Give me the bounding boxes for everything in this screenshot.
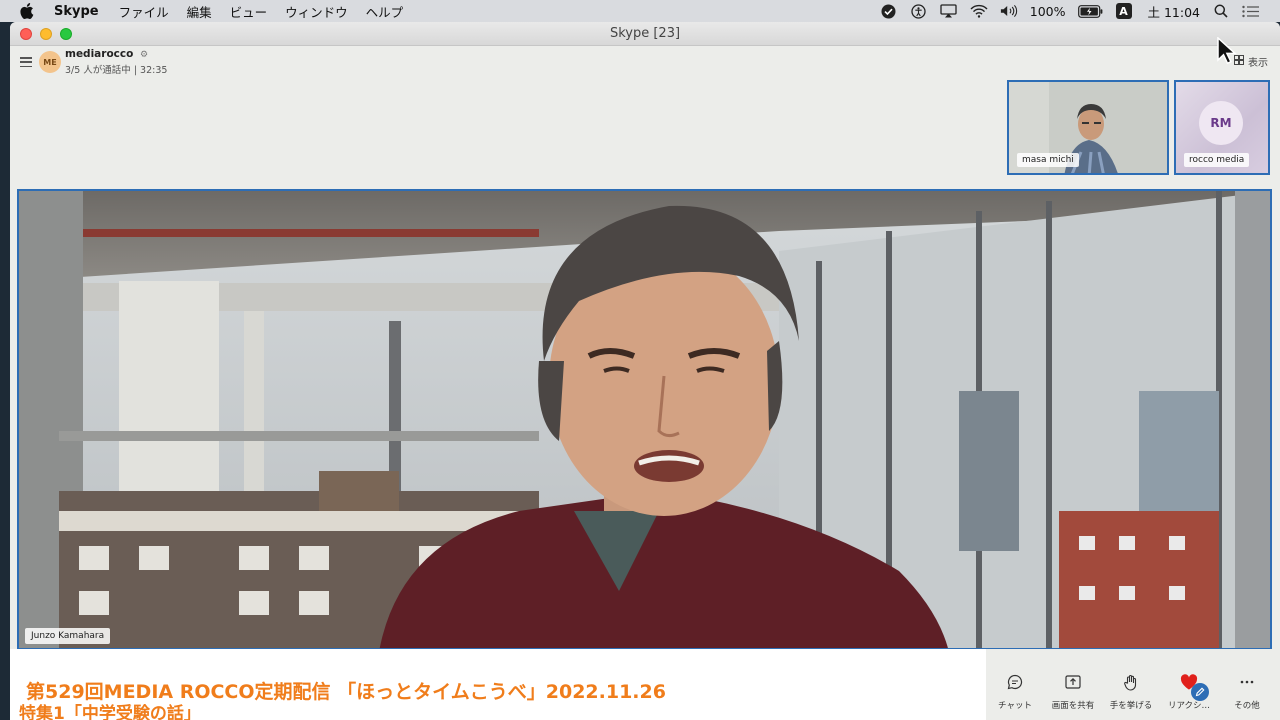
title-bar[interactable]: Skype [23] (10, 22, 1280, 46)
accessibility-icon[interactable] (910, 3, 928, 19)
group-settings-icon[interactable]: ⚙ (140, 50, 148, 60)
edit-pencil-icon[interactable] (1191, 683, 1209, 701)
chat-button[interactable]: チャット (986, 649, 1044, 720)
call-controls: チャット 画面を共有 手を挙げる リアクシ… その他 (986, 649, 1280, 720)
more-options-button[interactable]: その他 (1218, 649, 1276, 720)
mouse-cursor-icon (1217, 36, 1237, 69)
notification-center-icon[interactable] (1242, 3, 1260, 19)
battery-icon[interactable] (1078, 3, 1104, 19)
participant-name: rocco media (1184, 153, 1250, 167)
menu-app-name[interactable]: Skype (54, 4, 99, 19)
view-label: 表示 (1248, 58, 1268, 69)
status-check-icon[interactable] (880, 3, 898, 19)
skype-window: Skype [23] ME mediarocco ⚙ 3/5 人が通話中 | 3… (10, 22, 1280, 720)
group-avatar[interactable]: ME (39, 51, 61, 73)
share-screen-label: 画面を共有 (1051, 701, 1095, 711)
raise-hand-button[interactable]: 手を挙げる (1102, 649, 1160, 720)
share-screen-button[interactable]: 画面を共有 (1044, 649, 1102, 720)
group-name-row[interactable]: mediarocco ⚙ (65, 48, 148, 60)
participant-tile-masa-michi[interactable]: masa michi (1007, 80, 1169, 175)
caption-overlay: 第529回MEDIA ROCCO定期配信 「ほっとタイムこうべ」2022.11.… (10, 649, 986, 720)
more-label: その他 (1234, 701, 1260, 711)
menu-help[interactable]: ヘルプ (366, 2, 404, 21)
speaker-name-label: Junzo Kamahara (25, 628, 111, 644)
apple-icon[interactable] (20, 3, 38, 19)
participant-avatar: RM (1199, 101, 1243, 145)
share-screen-icon (1065, 672, 1081, 692)
view-button[interactable]: 表示 (1234, 54, 1268, 69)
main-speaker-video[interactable]: Junzo Kamahara (17, 189, 1272, 650)
call-status: 3/5 人が通話中 | 32:35 (65, 65, 168, 76)
airplay-icon[interactable] (940, 3, 958, 19)
participant-tile-rocco-media[interactable]: RM rocco media (1174, 80, 1270, 175)
menu-file[interactable]: ファイル (119, 2, 169, 21)
menu-bar: Skype ファイル 編集 ビュー ウィンドウ ヘルプ 100% A 土 11:… (0, 0, 1280, 22)
hamburger-menu-icon[interactable] (20, 57, 32, 67)
window-title: Skype [23] (609, 26, 681, 41)
wifi-icon[interactable] (970, 3, 988, 19)
raise-hand-icon (1123, 672, 1139, 692)
menu-clock[interactable]: 土 11:04 (1148, 2, 1201, 21)
call-header: ME mediarocco ⚙ 3/5 人が通話中 | 32:35 表示 (10, 46, 1280, 78)
chat-label: チャット (998, 701, 1032, 711)
spotlight-search-icon[interactable] (1212, 3, 1230, 19)
speaker-video-frame (19, 191, 1270, 648)
raise-hand-label: 手を挙げる (1109, 701, 1153, 711)
input-source-badge[interactable]: A (1115, 3, 1132, 19)
volume-icon[interactable] (1000, 3, 1018, 19)
reactions-button[interactable]: リアクシ… (1160, 649, 1218, 720)
reactions-label: リアクシ… (1167, 701, 1211, 711)
more-icon (1240, 672, 1254, 692)
group-name: mediarocco (65, 48, 134, 60)
participant-name: masa michi (1017, 153, 1079, 167)
menu-window[interactable]: ウィンドウ (285, 2, 348, 21)
menu-view[interactable]: ビュー (230, 2, 268, 21)
chat-icon (1007, 672, 1023, 692)
caption-subtitle: 特集1「中学受験の話」 (19, 704, 201, 720)
menu-edit[interactable]: 編集 (187, 2, 212, 21)
battery-percent: 100% (1029, 3, 1066, 19)
